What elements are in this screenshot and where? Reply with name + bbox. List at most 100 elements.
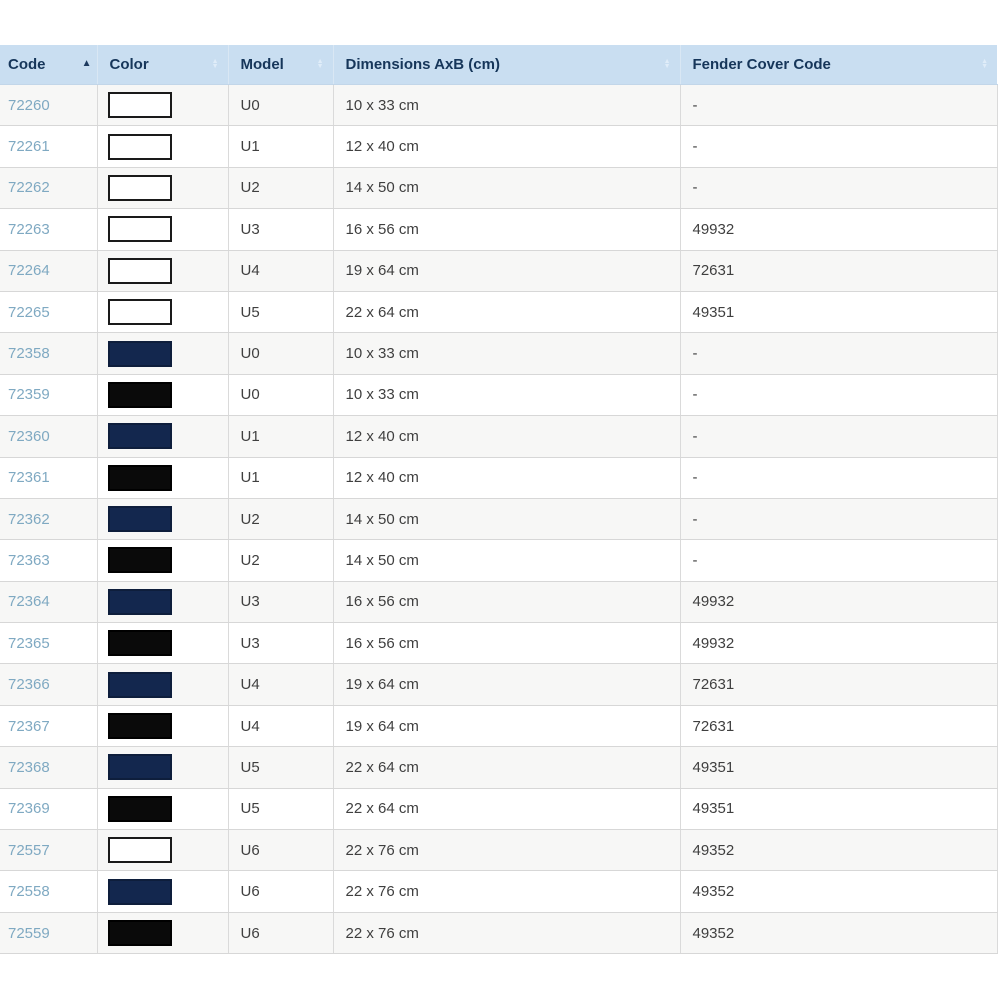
cell-color <box>97 374 228 415</box>
cell-dimensions: 10 x 33 cm <box>333 333 680 374</box>
cell-model: U1 <box>228 126 333 167</box>
cell-fender-cover-code: 49351 <box>680 291 997 332</box>
table-row: 72559U622 x 76 cm49352 <box>0 912 997 953</box>
cell-fender-cover-code: 49351 <box>680 788 997 829</box>
product-code-link[interactable]: 72261 <box>8 138 50 155</box>
cell-model: U2 <box>228 498 333 539</box>
cell-dimensions: 14 x 50 cm <box>333 540 680 581</box>
product-code-link[interactable]: 72260 <box>8 97 50 114</box>
table-row: 72359U010 x 33 cm- <box>0 374 997 415</box>
product-code-link[interactable]: 72559 <box>8 925 50 942</box>
product-code-link[interactable]: 72359 <box>8 386 50 403</box>
color-swatch-navy <box>108 754 172 780</box>
product-code-link[interactable]: 72358 <box>8 345 50 362</box>
cell-fender-cover-code: 72631 <box>680 705 997 746</box>
cell-code: 72260 <box>0 85 97 126</box>
table-row: 72363U214 x 50 cm- <box>0 540 997 581</box>
cell-dimensions: 19 x 64 cm <box>333 705 680 746</box>
color-swatch-black <box>108 713 172 739</box>
product-code-link[interactable]: 72363 <box>8 552 50 569</box>
column-header-code[interactable]: Code ▲ <box>0 45 97 85</box>
product-code-link[interactable]: 72366 <box>8 676 50 693</box>
table-row: 72358U010 x 33 cm- <box>0 333 997 374</box>
cell-model: U1 <box>228 457 333 498</box>
product-code-link[interactable]: 72558 <box>8 883 50 900</box>
product-code-link[interactable]: 72265 <box>8 304 50 321</box>
table-row: 72369U522 x 64 cm49351 <box>0 788 997 829</box>
cell-model: U0 <box>228 333 333 374</box>
table-row: 72360U112 x 40 cm- <box>0 416 997 457</box>
cell-dimensions: 22 x 64 cm <box>333 788 680 829</box>
product-code-link[interactable]: 72364 <box>8 593 50 610</box>
sort-icon: ▲▼ <box>981 59 988 71</box>
cell-code: 72366 <box>0 664 97 705</box>
cell-model: U4 <box>228 250 333 291</box>
column-header-color[interactable]: Color ▲▼ <box>97 45 228 85</box>
cell-model: U6 <box>228 871 333 912</box>
cell-code: 72363 <box>0 540 97 581</box>
table-row: 72365U316 x 56 cm49932 <box>0 623 997 664</box>
sort-icon: ▲▼ <box>317 59 324 71</box>
cell-fender-cover-code: 49932 <box>680 581 997 622</box>
column-header-fender-cover-code-label: Fender Cover Code <box>693 56 831 73</box>
table-row: 72368U522 x 64 cm49351 <box>0 747 997 788</box>
color-swatch-navy <box>108 879 172 905</box>
column-header-dimensions-label: Dimensions AxB (cm) <box>346 56 500 73</box>
color-swatch-black <box>108 465 172 491</box>
cell-code: 72367 <box>0 705 97 746</box>
cell-dimensions: 22 x 64 cm <box>333 291 680 332</box>
cell-dimensions: 10 x 33 cm <box>333 374 680 415</box>
product-code-link[interactable]: 72263 <box>8 221 50 238</box>
cell-dimensions: 16 x 56 cm <box>333 209 680 250</box>
cell-color <box>97 85 228 126</box>
table-row: 72261U112 x 40 cm- <box>0 126 997 167</box>
color-swatch-white <box>108 92 172 118</box>
product-code-link[interactable]: 72368 <box>8 759 50 776</box>
product-code-link[interactable]: 72369 <box>8 800 50 817</box>
color-swatch-white <box>108 299 172 325</box>
table-row: 72260U010 x 33 cm- <box>0 85 997 126</box>
table-row: 72367U419 x 64 cm72631 <box>0 705 997 746</box>
cell-code: 72365 <box>0 623 97 664</box>
color-swatch-white <box>108 216 172 242</box>
cell-code: 72368 <box>0 747 97 788</box>
cell-fender-cover-code: - <box>680 498 997 539</box>
cell-color <box>97 788 228 829</box>
color-swatch-navy <box>108 672 172 698</box>
product-code-link[interactable]: 72362 <box>8 511 50 528</box>
column-header-dimensions[interactable]: Dimensions AxB (cm) ▲▼ <box>333 45 680 85</box>
product-code-link[interactable]: 72367 <box>8 718 50 735</box>
product-code-link[interactable]: 72361 <box>8 469 50 486</box>
color-swatch-black <box>108 547 172 573</box>
cell-code: 72558 <box>0 871 97 912</box>
cell-model: U3 <box>228 623 333 664</box>
table-row: 72361U112 x 40 cm- <box>0 457 997 498</box>
product-code-link[interactable]: 72264 <box>8 262 50 279</box>
cell-code: 72559 <box>0 912 97 953</box>
table-row: 72263U316 x 56 cm49932 <box>0 209 997 250</box>
cell-model: U6 <box>228 830 333 871</box>
table-row: 72557U622 x 76 cm49352 <box>0 830 997 871</box>
cell-code: 72358 <box>0 333 97 374</box>
product-code-link[interactable]: 72365 <box>8 635 50 652</box>
cell-model: U5 <box>228 291 333 332</box>
cell-fender-cover-code: 49351 <box>680 747 997 788</box>
cell-color <box>97 830 228 871</box>
product-code-link[interactable]: 72557 <box>8 842 50 859</box>
cell-code: 72261 <box>0 126 97 167</box>
color-swatch-white <box>108 258 172 284</box>
cell-code: 72362 <box>0 498 97 539</box>
product-code-link[interactable]: 72360 <box>8 428 50 445</box>
cell-dimensions: 12 x 40 cm <box>333 126 680 167</box>
cell-dimensions: 19 x 64 cm <box>333 664 680 705</box>
column-header-fender-cover-code[interactable]: Fender Cover Code ▲▼ <box>680 45 997 85</box>
cell-model: U2 <box>228 540 333 581</box>
table-row: 72558U622 x 76 cm49352 <box>0 871 997 912</box>
cell-color <box>97 540 228 581</box>
cell-dimensions: 22 x 76 cm <box>333 830 680 871</box>
cell-model: U0 <box>228 85 333 126</box>
column-header-model[interactable]: Model ▲▼ <box>228 45 333 85</box>
cell-fender-cover-code: 72631 <box>680 250 997 291</box>
product-code-link[interactable]: 72262 <box>8 179 50 196</box>
cell-model: U3 <box>228 581 333 622</box>
